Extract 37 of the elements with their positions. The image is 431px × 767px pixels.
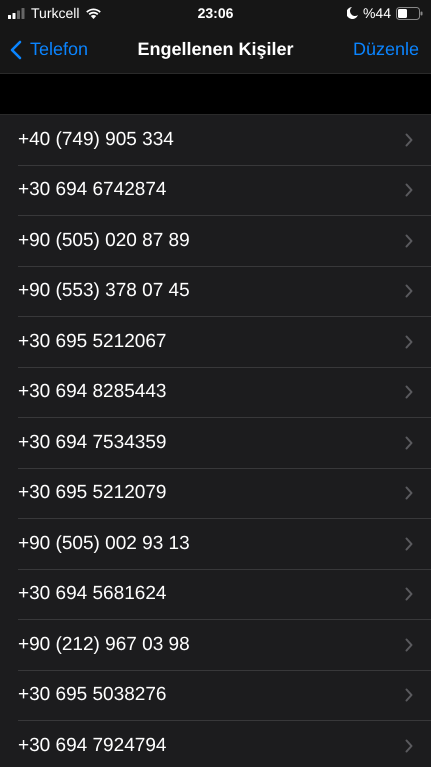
chevron-right-icon bbox=[405, 385, 413, 400]
chevron-right-icon bbox=[405, 486, 413, 500]
battery-percent: %44 bbox=[362, 5, 391, 21]
chevron-right-icon bbox=[405, 234, 413, 248]
chevron-right-icon bbox=[405, 587, 413, 602]
blocked-number-row[interactable]: +30 694 5681624 bbox=[18, 570, 431, 620]
status-time: 23:06 bbox=[198, 5, 234, 21]
chevron-right-icon bbox=[405, 334, 413, 349]
chevron-right-icon bbox=[405, 738, 413, 753]
moon-icon bbox=[346, 7, 358, 19]
chevron-right-icon bbox=[405, 436, 413, 450]
chevron-right-icon bbox=[405, 132, 413, 147]
chevron-right-icon bbox=[405, 688, 413, 702]
battery-icon bbox=[396, 6, 423, 20]
blocked-number-row[interactable]: +30 694 8285443 bbox=[18, 368, 431, 418]
screen-title: Engellenen Kişiler bbox=[137, 39, 294, 60]
signal-icon bbox=[8, 8, 26, 18]
blocked-number-row[interactable]: +30 694 7534359 bbox=[18, 418, 431, 468]
back-button[interactable]: Telefon bbox=[10, 39, 88, 60]
chevron-right-icon bbox=[405, 284, 413, 298]
carrier-name: Turkcell bbox=[31, 5, 80, 21]
chevron-left-icon bbox=[10, 40, 22, 60]
chevron-right-icon bbox=[405, 638, 413, 652]
chevron-right-icon bbox=[405, 536, 413, 551]
blocked-number-row[interactable]: +90 (505) 002 93 13 bbox=[18, 519, 431, 570]
blocked-number-row[interactable]: +30 695 5038276 bbox=[18, 670, 431, 721]
edit-button[interactable]: Düzenle bbox=[352, 39, 419, 60]
wifi-icon bbox=[84, 7, 102, 19]
chevron-right-icon bbox=[405, 183, 413, 198]
blocked-number-row[interactable]: +30 695 5212067 bbox=[18, 317, 431, 368]
blocked-number-row[interactable]: +90 (553) 378 07 45 bbox=[18, 266, 431, 317]
blocked-number-row[interactable]: +40 (749) 905 334 bbox=[18, 115, 431, 166]
blocked-number-row[interactable]: +90 (505) 020 87 89 bbox=[18, 216, 431, 266]
blocked-number-row[interactable]: +30 694 7924794 bbox=[18, 721, 431, 767]
blocked-number-row[interactable]: +90 (212) 967 03 98 bbox=[18, 620, 431, 670]
blocked-number-row[interactable]: +30 695 5212079 bbox=[18, 468, 431, 519]
blocked-number-row[interactable]: +30 694 6742874 bbox=[18, 166, 431, 216]
